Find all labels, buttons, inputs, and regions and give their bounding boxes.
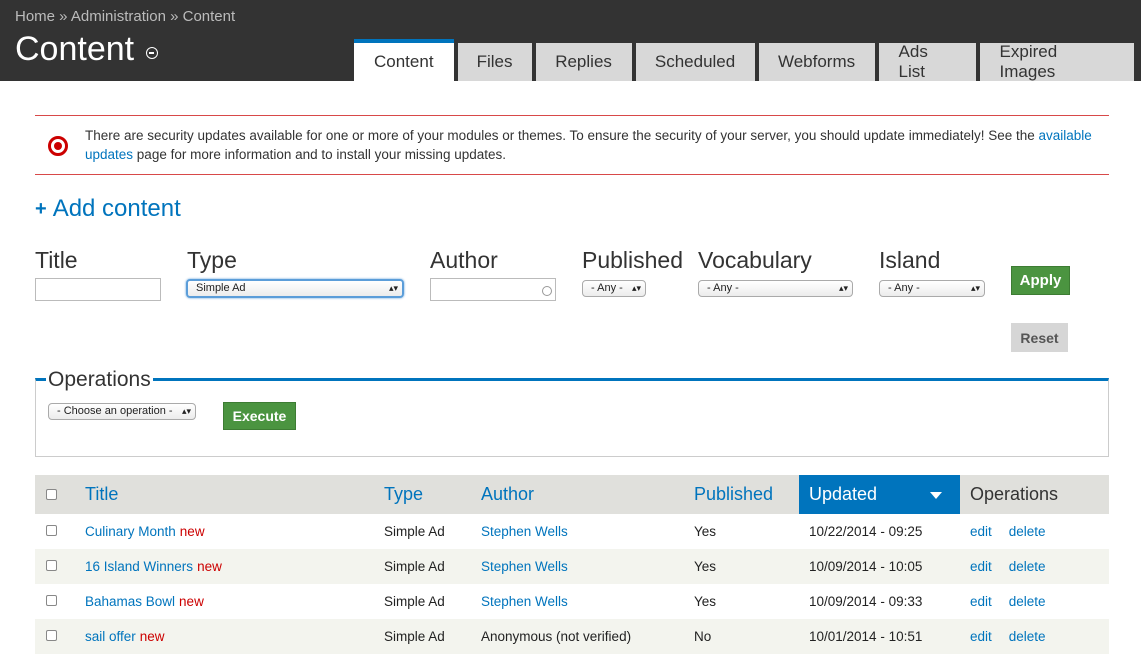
table-row: 16 Island Winners new Simple Ad Stephen Wel… [35, 549, 1109, 584]
row-type: Simple Ad [384, 559, 445, 574]
row-title-link[interactable]: Bahamas Bowl [85, 594, 175, 609]
row-checkbox[interactable] [46, 595, 57, 606]
alert-message: There are security updates available for… [85, 128, 1092, 162]
published-filter-select[interactable]: - Any - ▴▾ [582, 280, 646, 297]
row-delete-link[interactable]: delete [1009, 524, 1046, 539]
available-updates-link[interactable]: available [1039, 128, 1092, 143]
island-filter-label: Island [879, 247, 941, 273]
row-author-link[interactable]: Stephen Wells [481, 594, 568, 609]
plus-icon: + [35, 197, 47, 220]
tab-ads-list[interactable]: Ads List [878, 42, 976, 81]
row-title-link[interactable]: Culinary Month [85, 524, 176, 539]
breadcrumb-administration[interactable]: Administration [71, 8, 166, 25]
new-marker: new [179, 524, 205, 539]
row-delete-link[interactable]: delete [1009, 594, 1046, 609]
col-title[interactable]: Title [75, 475, 374, 514]
col-operations: Operations [970, 484, 1059, 504]
add-content-link[interactable]: + Add content [35, 195, 181, 223]
select-arrows-icon: ▴▾ [970, 283, 980, 293]
select-all-checkbox[interactable] [46, 489, 57, 500]
row-author: Anonymous (not verified) [481, 629, 632, 644]
new-marker: new [197, 559, 222, 574]
apply-button[interactable]: Apply [1011, 266, 1070, 295]
security-alert: There are security updates available for… [35, 115, 1109, 175]
title-filter-label: Title [35, 247, 78, 273]
breadcrumb-current: Content [182, 8, 236, 25]
table-row: sail offer new Simple Ad Anonymous (not ver… [35, 619, 1109, 654]
row-edit-link[interactable]: edit [970, 629, 992, 644]
row-published: No [694, 629, 712, 644]
shortcut-toggle-icon[interactable] [146, 47, 158, 59]
row-checkbox[interactable] [46, 525, 57, 536]
row-delete-link[interactable]: delete [1009, 559, 1046, 574]
vocabulary-filter-select[interactable]: - Any - ▴▾ [698, 280, 853, 297]
operation-select[interactable]: - Choose an operation - ▴▾ [48, 403, 196, 420]
author-filter-label: Author [430, 247, 498, 273]
new-marker: new [179, 594, 204, 609]
row-updated: 10/01/2014 - 10:51 [809, 629, 923, 644]
execute-button[interactable]: Execute [223, 402, 296, 430]
row-title-link[interactable]: sail offer [85, 629, 136, 644]
row-checkbox[interactable] [46, 560, 57, 571]
select-arrows-icon: ▴▾ [388, 283, 398, 293]
type-filter-select[interactable]: Simple Ad ▴▾ [186, 279, 404, 298]
row-published: Yes [694, 559, 717, 574]
available-updates-link-2[interactable]: updates [85, 147, 133, 162]
row-edit-link[interactable]: edit [970, 594, 992, 609]
breadcrumb-home[interactable]: Home [15, 8, 55, 25]
title-filter-input[interactable] [35, 278, 161, 301]
admin-header: Home » Administration » Content Content … [0, 0, 1141, 81]
row-updated: 10/09/2014 - 09:33 [809, 594, 923, 609]
row-type: Simple Ad [384, 629, 445, 644]
row-delete-link[interactable]: delete [1009, 629, 1046, 644]
operations-fieldset [35, 378, 1109, 457]
primary-tabs: Content Files Replies Scheduled Webforms… [354, 39, 1134, 81]
content-table: Title Type Author Published Updated Oper… [35, 475, 1109, 654]
select-arrows-icon: ▴▾ [838, 283, 848, 293]
row-edit-link[interactable]: edit [970, 524, 992, 539]
row-updated: 10/09/2014 - 10:05 [809, 559, 923, 574]
row-title-link[interactable]: 16 Island Winners [85, 559, 193, 574]
col-updated[interactable]: Updated [799, 475, 960, 514]
tab-webforms[interactable]: Webforms [758, 43, 875, 81]
row-type: Simple Ad [384, 524, 445, 539]
row-edit-link[interactable]: edit [970, 559, 992, 574]
row-author-link[interactable]: Stephen Wells [481, 524, 568, 539]
row-published: Yes [694, 524, 717, 539]
published-filter-label: Published [582, 247, 684, 273]
autocomplete-icon [542, 286, 552, 296]
sort-desc-icon [930, 492, 942, 499]
alert-target-icon [48, 136, 68, 156]
col-author[interactable]: Author [471, 475, 684, 514]
tab-replies[interactable]: Replies [535, 43, 632, 81]
type-filter-label: Type [187, 247, 237, 273]
row-type: Simple Ad [384, 594, 445, 609]
tab-expired-images[interactable]: Expired Images [979, 42, 1134, 81]
tab-files[interactable]: Files [457, 43, 532, 81]
author-filter-input[interactable] [430, 278, 556, 301]
col-type[interactable]: Type [374, 475, 471, 514]
vocabulary-filter-label: Vocabulary [698, 247, 812, 273]
row-author-link[interactable]: Stephen Wells [481, 559, 568, 574]
operations-legend: Operations [46, 368, 153, 392]
row-updated: 10/22/2014 - 09:25 [809, 524, 923, 539]
tab-scheduled[interactable]: Scheduled [635, 43, 755, 81]
col-published[interactable]: Published [684, 475, 799, 514]
select-arrows-icon: ▴▾ [631, 283, 641, 293]
breadcrumb: Home » Administration » Content [15, 8, 236, 25]
page-title: Content [15, 30, 135, 68]
table-header-row: Title Type Author Published Updated Oper… [35, 475, 1109, 514]
row-checkbox[interactable] [46, 630, 57, 641]
select-arrows-icon: ▴▾ [181, 406, 191, 416]
row-published: Yes [694, 594, 717, 609]
reset-button[interactable]: Reset [1011, 323, 1068, 352]
table-row: Culinary Month new Simple Ad Stephen Wells Y… [35, 514, 1109, 549]
tab-content[interactable]: Content [354, 39, 454, 81]
new-marker: new [139, 629, 165, 644]
island-filter-select[interactable]: - Any - ▴▾ [879, 280, 985, 297]
table-row: Bahamas Bowl new Simple Ad Stephen Wells Yes… [35, 584, 1109, 619]
